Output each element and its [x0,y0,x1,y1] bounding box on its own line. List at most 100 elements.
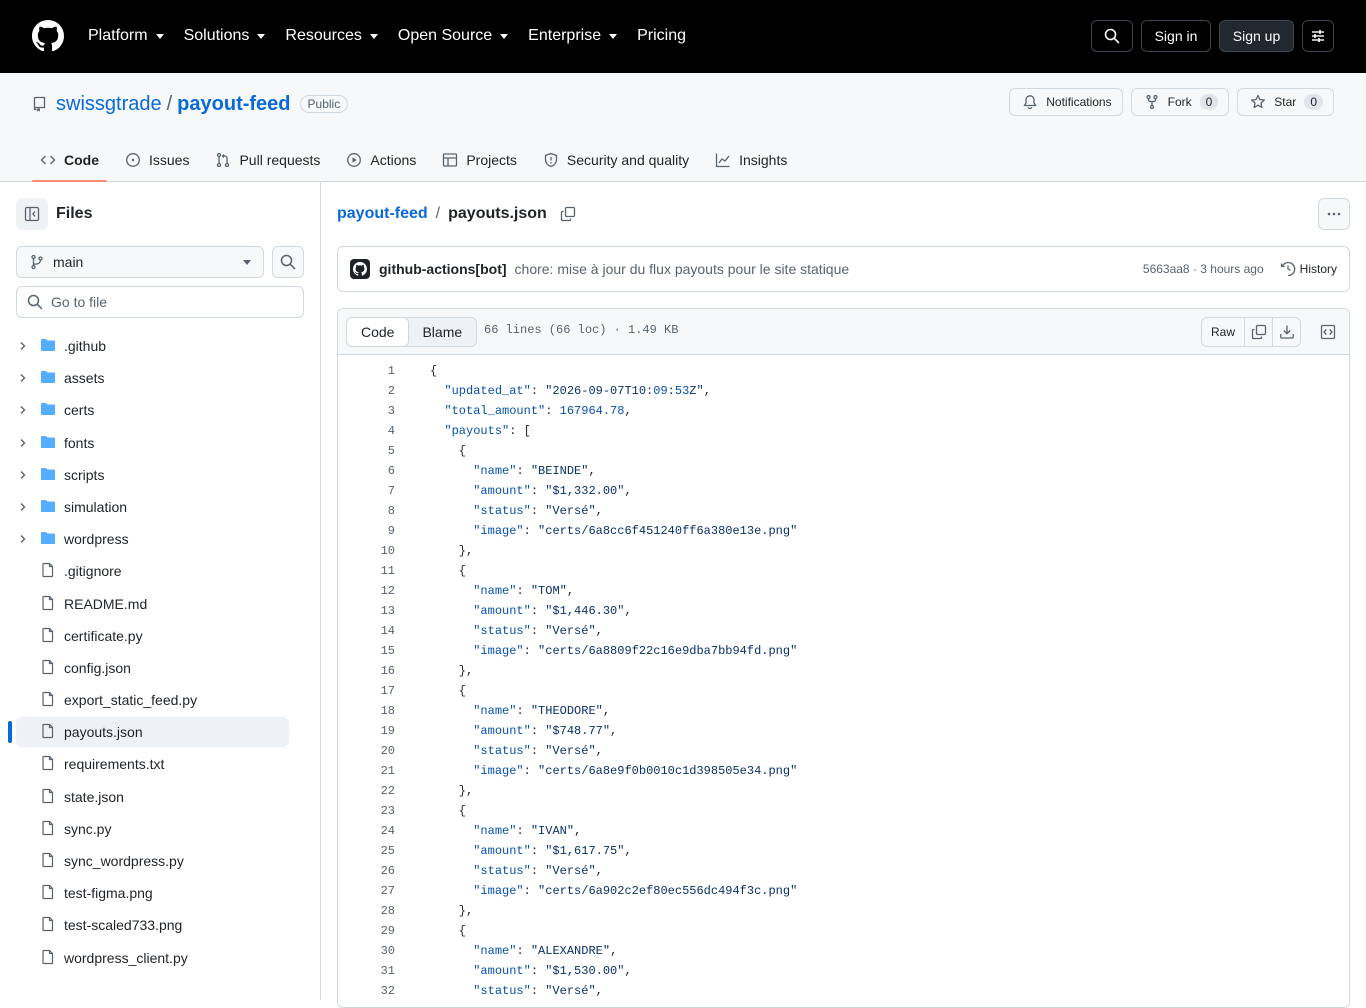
line-number[interactable]: 30 [338,941,395,961]
line-number[interactable]: 3 [338,401,395,421]
tab-blame-view[interactable]: Blame [408,318,476,346]
symbols-panel-button[interactable] [1313,317,1343,347]
tree-folder-item[interactable]: fonts [0,427,320,459]
commit-meta[interactable]: 5663aa8 · 3 hours ago [1143,262,1264,276]
commit-message-link[interactable]: chore: mise à jour du flux payouts pour … [515,261,1143,277]
line-number[interactable]: 4 [338,421,395,441]
line-number[interactable]: 9 [338,521,395,541]
commit-author-link[interactable]: github-actions[bot] [379,261,507,277]
line-number[interactable]: 21 [338,761,395,781]
line-number[interactable]: 22 [338,781,395,801]
tree-file-item[interactable]: test-scaled733.png [0,909,320,941]
line-number[interactable]: 8 [338,501,395,521]
line-number[interactable]: 12 [338,581,395,601]
tree-folder-item[interactable]: .github [0,330,320,362]
nav-solutions[interactable]: Solutions [184,27,266,45]
tree-file-item[interactable]: sync.py [0,813,320,845]
collapse-sidebar-button[interactable] [16,198,48,230]
nav-open-source[interactable]: Open Source [398,27,509,45]
line-number[interactable]: 28 [338,901,395,921]
tab-pull-requests[interactable]: Pull requests [207,145,328,175]
chevron-right-icon[interactable] [18,502,28,512]
line-number[interactable]: 17 [338,681,395,701]
line-number[interactable]: 23 [338,801,395,821]
nav-platform[interactable]: Platform [88,27,164,45]
line-number[interactable]: 19 [338,721,395,741]
tab-code[interactable]: Code [32,145,107,182]
line-number[interactable]: 5 [338,441,395,461]
line-number[interactable]: 27 [338,881,395,901]
repo-owner-link[interactable]: swissgtrade [56,93,162,116]
line-number[interactable]: 29 [338,921,395,941]
tree-folder-item[interactable]: wordpress [0,523,320,555]
line-number[interactable]: 31 [338,961,395,981]
more-options-button[interactable] [1318,198,1350,230]
line-number[interactable]: 26 [338,861,395,881]
tab-projects[interactable]: Projects [434,145,525,175]
avatar[interactable] [350,259,370,279]
fork-button[interactable]: Fork 0 [1130,88,1230,116]
line-number[interactable]: 18 [338,701,395,721]
raw-button[interactable]: Raw [1202,318,1244,346]
line-number[interactable]: 7 [338,481,395,501]
tree-file-item[interactable]: README.md [0,588,320,620]
tab-insights[interactable]: Insights [707,145,795,175]
nav-resources[interactable]: Resources [285,27,378,45]
tab-actions[interactable]: Actions [338,145,424,175]
line-number[interactable]: 15 [338,641,395,661]
tab-issues[interactable]: Issues [117,145,197,175]
chevron-right-icon[interactable] [18,373,28,383]
line-number[interactable]: 11 [338,561,395,581]
chevron-right-icon[interactable] [18,341,28,351]
line-number[interactable]: 16 [338,661,395,681]
star-button[interactable]: Star 0 [1237,88,1334,116]
tree-file-item[interactable]: sync_wordpress.py [0,845,320,877]
chevron-right-icon[interactable] [18,438,28,448]
notifications-button[interactable]: Notifications [1009,88,1123,116]
chevron-right-icon[interactable] [18,405,28,415]
go-to-file-input[interactable]: Go to file [16,286,304,318]
copy-raw-button[interactable] [1244,318,1272,346]
tab-code-view[interactable]: Code [346,317,410,347]
tree-file-item[interactable]: wordpress_client.py [0,942,320,974]
branch-selector[interactable]: main [16,246,264,278]
tree-file-item[interactable]: payouts.json [0,716,320,748]
nav-pricing[interactable]: Pricing [637,27,686,45]
nav-enterprise[interactable]: Enterprise [528,27,618,45]
line-number[interactable]: 13 [338,601,395,621]
tree-folder-item[interactable]: certs [0,394,320,426]
repo-name-link[interactable]: payout-feed [177,93,290,116]
copy-path-button[interactable] [560,206,576,222]
tree-folder-item[interactable]: simulation [0,491,320,523]
line-number[interactable]: 20 [338,741,395,761]
line-number[interactable]: 1 [338,361,395,381]
line-number[interactable]: 25 [338,841,395,861]
line-number[interactable]: 32 [338,981,395,1001]
github-logo-icon[interactable] [32,20,64,52]
tree-file-item[interactable]: export_static_feed.py [0,684,320,716]
breadcrumb-repo-link[interactable]: payout-feed [337,205,428,223]
sign-in-button[interactable]: Sign in [1141,20,1211,52]
tree-file-item[interactable]: test-figma.png [0,877,320,909]
tree-folder-item[interactable]: scripts [0,459,320,491]
tree-file-item[interactable]: .gitignore [0,555,320,587]
tree-folder-item[interactable]: assets [0,362,320,394]
tree-file-item[interactable]: requirements.txt [0,748,320,780]
tree-file-item[interactable]: config.json [0,652,320,684]
search-button[interactable] [1091,20,1133,52]
history-button[interactable]: History [1280,261,1337,277]
search-files-button[interactable] [272,246,304,278]
sliders-menu-button[interactable] [1302,20,1334,52]
sign-up-button[interactable]: Sign up [1219,20,1294,52]
line-number[interactable]: 14 [338,621,395,641]
tab-security-and-quality[interactable]: Security and quality [535,145,697,175]
line-number[interactable]: 6 [338,461,395,481]
download-button[interactable] [1272,318,1300,346]
tree-file-item[interactable]: certificate.py [0,620,320,652]
chevron-right-icon[interactable] [18,470,28,480]
chevron-right-icon[interactable] [18,534,28,544]
line-number[interactable]: 2 [338,381,395,401]
line-number[interactable]: 10 [338,541,395,561]
tree-file-item[interactable]: state.json [0,781,320,813]
line-number[interactable]: 24 [338,821,395,841]
